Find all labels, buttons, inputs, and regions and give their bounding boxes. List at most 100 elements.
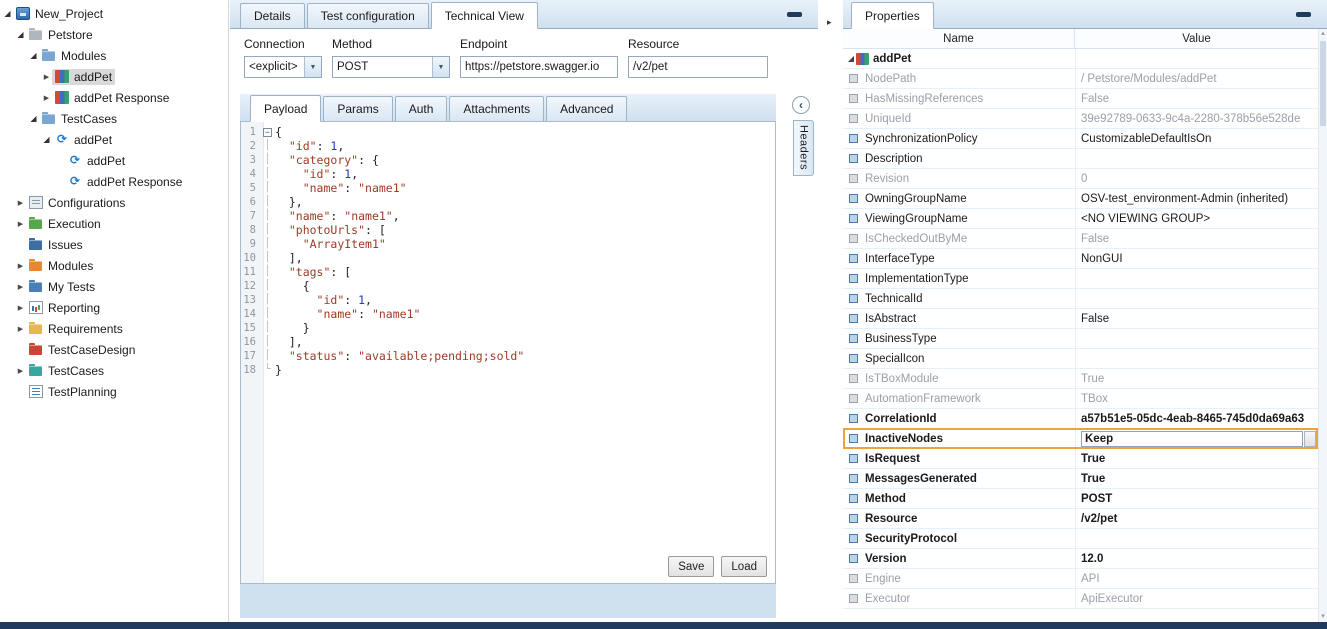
property-row-engine[interactable]: EngineAPI: [843, 569, 1318, 589]
property-row-executor[interactable]: ExecutorApiExecutor: [843, 589, 1318, 609]
tree-item-my-tests[interactable]: ▶My Tests: [0, 276, 228, 297]
connection-dropdown-icon[interactable]: ▼: [304, 57, 321, 77]
property-row-implementationtype[interactable]: ImplementationType: [843, 269, 1318, 289]
tree-item-requirements[interactable]: ▶Requirements: [0, 318, 228, 339]
tree-item-testplanning[interactable]: TestPlanning: [0, 381, 228, 402]
property-row-description[interactable]: Description: [843, 149, 1318, 169]
property-row-method[interactable]: MethodPOST: [843, 489, 1318, 509]
fold-collapse-icon[interactable]: −: [260, 125, 275, 139]
tab-technical-view[interactable]: Technical View: [431, 2, 538, 29]
tab-test-configuration[interactable]: Test configuration: [307, 3, 429, 28]
tree-item-new-project[interactable]: ◢New_Project: [0, 3, 228, 24]
property-row-uniqueid[interactable]: UniqueId39e92789-0633-9c4a-2280-378b56e5…: [843, 109, 1318, 129]
resource-input[interactable]: /v2/pet: [628, 56, 768, 78]
tree-item-addpet[interactable]: ⟳addPet: [0, 150, 228, 171]
property-row-specialicon[interactable]: SpecialIcon: [843, 349, 1318, 369]
properties-node-row[interactable]: ◢addPet: [843, 49, 1318, 69]
column-header-value[interactable]: Value: [1075, 29, 1318, 48]
tab-auth[interactable]: Auth: [395, 96, 448, 121]
scrollbar-thumb[interactable]: [1320, 41, 1326, 126]
property-row-hasmissingreferences[interactable]: HasMissingReferencesFalse: [843, 89, 1318, 109]
tree-item-reporting[interactable]: ▶Reporting: [0, 297, 228, 318]
tab-attachments[interactable]: Attachments: [449, 96, 544, 121]
tab-payload[interactable]: Payload: [250, 95, 321, 122]
expand-collapsed-icon[interactable]: ▶: [15, 283, 26, 291]
property-row-correlationid[interactable]: CorrelationIda57b51e5-05dc-4eab-8465-745…: [843, 409, 1318, 429]
tree-item-configurations[interactable]: ▶Configurations: [0, 192, 228, 213]
property-name-cell: CorrelationId: [843, 409, 1075, 428]
expand-collapsed-icon[interactable]: ▶: [15, 367, 26, 375]
endpoint-input[interactable]: https://petstore.swagger.io: [460, 56, 618, 78]
property-row-interfacetype[interactable]: InterfaceTypeNonGUI: [843, 249, 1318, 269]
tree-item-modules[interactable]: ▶Modules: [0, 255, 228, 276]
properties-scrollbar[interactable]: ▴ ▾: [1318, 29, 1327, 622]
property-row-inactivenodes[interactable]: InactiveNodesKeep: [843, 429, 1318, 449]
tab-headers[interactable]: Headers: [793, 120, 814, 176]
property-row-version[interactable]: Version12.0: [843, 549, 1318, 569]
method-select[interactable]: POST ▼: [332, 56, 450, 78]
column-header-name[interactable]: Name: [843, 29, 1075, 48]
expand-expanded-icon[interactable]: ◢: [846, 54, 856, 63]
save-button[interactable]: Save: [668, 556, 714, 577]
property-row-istboxmodule[interactable]: IsTBoxModuleTrue: [843, 369, 1318, 389]
expand-collapsed-icon[interactable]: ▶: [15, 199, 26, 207]
load-button[interactable]: Load: [721, 556, 767, 577]
expand-expanded-icon[interactable]: ◢: [15, 30, 26, 39]
expand-expanded-icon[interactable]: ◢: [28, 114, 39, 123]
panel-splitter[interactable]: ▸: [818, 0, 843, 622]
property-row-messagesgenerated[interactable]: MessagesGeneratedTrue: [843, 469, 1318, 489]
tree-item-execution[interactable]: ▶Execution: [0, 213, 228, 234]
property-row-owninggroupname[interactable]: OwningGroupNameOSV-test_environment-Admi…: [843, 189, 1318, 209]
tree-item-testcases[interactable]: ◢TestCases: [0, 108, 228, 129]
tree-item-testcases[interactable]: ▶TestCases: [0, 360, 228, 381]
property-row-technicalid[interactable]: TechnicalId: [843, 289, 1318, 309]
expand-collapsed-icon[interactable]: ▶: [15, 262, 26, 270]
tab-advanced[interactable]: Advanced: [546, 96, 627, 121]
tree-item-addpet[interactable]: ◢⟳addPet: [0, 129, 228, 150]
tree-item-issues[interactable]: Issues: [0, 234, 228, 255]
editor-buttons: Save Load: [668, 556, 767, 577]
property-row-revision[interactable]: Revision0: [843, 169, 1318, 189]
property-row-isrequest[interactable]: IsRequestTrue: [843, 449, 1318, 469]
property-row-businesstype[interactable]: BusinessType: [843, 329, 1318, 349]
property-row-viewinggroupname[interactable]: ViewingGroupName<NO VIEWING GROUP>: [843, 209, 1318, 229]
expand-collapsed-icon[interactable]: ▶: [15, 220, 26, 228]
tab-details[interactable]: Details: [240, 3, 305, 28]
property-row-isabstract[interactable]: IsAbstractFalse: [843, 309, 1318, 329]
auto-hide-icon[interactable]: [787, 12, 802, 17]
expand-collapsed-icon[interactable]: ▶: [41, 73, 52, 81]
scroll-down-icon[interactable]: ▾: [1319, 612, 1327, 622]
property-row-securityprotocol[interactable]: SecurityProtocol: [843, 529, 1318, 549]
property-row-ischeckedoutbyme[interactable]: IsCheckedOutByMeFalse: [843, 229, 1318, 249]
connection-select[interactable]: <explicit> ▼: [244, 56, 322, 78]
line-number: 17: [241, 349, 260, 363]
property-value-editor[interactable]: Keep: [1081, 431, 1303, 447]
tree-item-addpet-response[interactable]: ▶addPet Response: [0, 87, 228, 108]
tree-item-modules[interactable]: ◢Modules: [0, 45, 228, 66]
expand-collapsed-icon[interactable]: ▶: [15, 304, 26, 312]
method-dropdown-icon[interactable]: ▼: [432, 57, 449, 77]
expand-collapsed-icon[interactable]: ▶: [41, 94, 52, 102]
payload-editor[interactable]: 1−{2│ "id": 1,3│ "category": {4│ "id": 1…: [240, 121, 776, 584]
property-row-automationframework[interactable]: AutomationFrameworkTBox: [843, 389, 1318, 409]
expand-expanded-icon[interactable]: ◢: [41, 135, 52, 144]
expand-collapsed-icon[interactable]: ▶: [15, 325, 26, 333]
property-row-synchronizationpolicy[interactable]: SynchronizationPolicyCustomizableDefault…: [843, 129, 1318, 149]
tree-item-addpet-response[interactable]: ⟳addPet Response: [0, 171, 228, 192]
property-row-nodepath[interactable]: NodePath/ Petstore/Modules/addPet: [843, 69, 1318, 89]
properties-auto-hide-icon[interactable]: [1296, 12, 1311, 17]
collapse-panel-button[interactable]: ‹: [792, 96, 810, 114]
chevron-left-icon: ‹: [799, 98, 803, 112]
tree-item-addpet[interactable]: ▶addPet: [0, 66, 228, 87]
code-token: [275, 293, 317, 307]
property-row-resource[interactable]: Resource/v2/pet: [843, 509, 1318, 529]
expand-expanded-icon[interactable]: ◢: [28, 51, 39, 60]
expand-expanded-icon[interactable]: ◢: [2, 9, 13, 18]
tree-item-testcasedesign[interactable]: TestCaseDesign: [0, 339, 228, 360]
tree-item-petstore[interactable]: ◢Petstore: [0, 24, 228, 45]
tab-properties[interactable]: Properties: [851, 2, 934, 29]
scroll-up-icon[interactable]: ▴: [1319, 29, 1327, 39]
ellipsis-button[interactable]: [1304, 431, 1316, 447]
tab-params[interactable]: Params: [323, 96, 392, 121]
property-name-cell: SpecialIcon: [843, 349, 1075, 368]
